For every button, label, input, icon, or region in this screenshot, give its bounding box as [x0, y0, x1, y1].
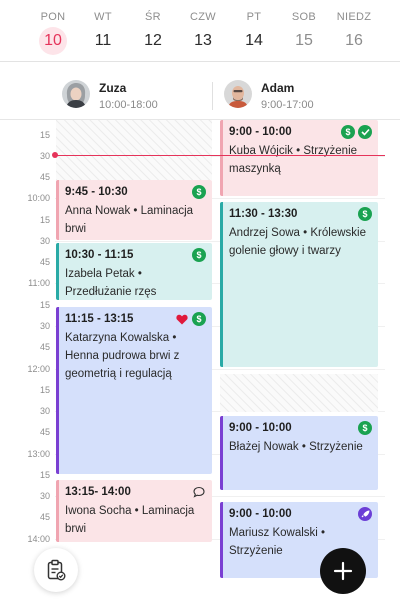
day-name: SOB: [291, 11, 317, 23]
current-time-line: [55, 155, 385, 156]
appointment-description: Andrzej Sowa • Królewskie golenie głowy …: [229, 227, 366, 257]
day-name: NIEDZ: [336, 11, 372, 23]
heart-icon: [175, 312, 189, 326]
dollar-icon: $: [192, 312, 206, 326]
appointment-time: 9:00 - 10:00: [229, 508, 292, 520]
dollar-icon: $: [358, 421, 372, 435]
time-label: 30: [39, 406, 50, 416]
time-label: 15: [39, 385, 50, 395]
clipboard-check-icon: [47, 559, 66, 581]
day-monday[interactable]: PON 10: [28, 0, 78, 62]
appointment-card[interactable]: 11:15 - 13:15 Katarzyna Kowalska • Henna…: [56, 307, 212, 474]
appointment-description: Błażej Nowak • Strzyżenie: [229, 441, 363, 453]
staff-hours: 10:00-18:00: [99, 99, 158, 111]
avatar[interactable]: [224, 80, 252, 108]
staff-header: Zuza 10:00-18:00 Adam 9:00-17:00: [0, 62, 400, 120]
time-label: 45: [39, 427, 50, 437]
check-icon: [358, 125, 372, 139]
time-label: 15: [39, 130, 50, 140]
time-label: 30: [39, 321, 50, 331]
day-number: 14: [245, 32, 263, 49]
appointment-description: Iwona Socha • Laminacja brwi: [65, 505, 195, 535]
time-label: 30: [39, 236, 50, 246]
appointment-time: 10:30 - 11:15: [65, 249, 134, 261]
calendar-app: PON 10 WT 11 ŚR 12 CZW 13 PT 14 SOB 15 N…: [0, 0, 400, 600]
current-time-dot: [52, 152, 58, 158]
appointment-description: Kuba Wójcik • Strzyżenie maszynką: [229, 145, 358, 175]
appointment-card[interactable]: 9:00 - 10:00 Kuba Wójcik • Strzyżenie ma…: [220, 120, 378, 196]
day-number: 12: [144, 32, 162, 49]
person-avatar-icon: [62, 80, 90, 108]
day-number: 16: [345, 32, 363, 49]
time-label: 12:00: [27, 364, 50, 374]
avatar[interactable]: [62, 80, 90, 108]
time-label: 15: [39, 300, 50, 310]
appointment-description: Katarzyna Kowalska • Henna pudrowa brwi …: [65, 332, 180, 380]
time-label: 11:00: [28, 278, 50, 288]
time-label: 15: [39, 470, 50, 480]
dollar-icon: $: [341, 125, 355, 139]
appointment-time: 9:00 - 10:00: [229, 422, 292, 434]
time-label: 14:00: [27, 534, 50, 544]
time-label: 15: [39, 215, 50, 225]
appointment-description: Anna Nowak • Laminacja brwi: [65, 205, 194, 235]
day-wednesday[interactable]: ŚR 12: [128, 0, 178, 62]
unavailable-slot: [220, 374, 378, 412]
day-saturday[interactable]: SOB 15: [279, 0, 329, 62]
appointment-card[interactable]: 13:15- 14:00 Iwona Socha • Laminacja brw…: [56, 480, 212, 542]
unavailable-slot: [56, 120, 212, 180]
time-label: 45: [39, 172, 50, 182]
appointment-time: 11:30 - 13:30: [229, 208, 298, 220]
day-name: WT: [94, 11, 112, 23]
week-strip: PON 10 WT 11 ŚR 12 CZW 13 PT 14 SOB 15 N…: [0, 0, 400, 62]
dollar-icon: $: [192, 248, 206, 262]
appointment-time: 13:15- 14:00: [65, 486, 131, 498]
staff-divider: [212, 82, 213, 110]
appointment-card[interactable]: 9:00 - 10:00 Błażej Nowak • Strzyżenie $: [220, 416, 378, 490]
time-label: 30: [39, 151, 50, 161]
day-tuesday[interactable]: WT 11: [78, 0, 128, 62]
day-name: PON: [40, 11, 66, 23]
day-sunday[interactable]: NIEDZ 16: [329, 0, 379, 62]
add-appointment-button[interactable]: [320, 548, 366, 594]
day-thursday[interactable]: CZW 13: [178, 0, 228, 62]
time-label: 10:00: [27, 193, 50, 203]
staff-hours: 9:00-17:00: [261, 99, 314, 111]
day-number: 11: [94, 32, 112, 49]
schedule-grid: 15 30 45 10:00 15 30 45 11:00 15 30 45 1…: [0, 120, 400, 600]
appointment-card[interactable]: 9:45 - 10:30 Anna Nowak • Laminacja brwi…: [56, 180, 212, 240]
day-number: 10: [39, 27, 67, 55]
time-label: 45: [39, 342, 50, 352]
day-number: 15: [295, 32, 313, 49]
appointment-card[interactable]: 10:30 - 11:15 Izabela Petak • Przedłużan…: [56, 243, 212, 300]
rocket-icon: [358, 507, 372, 521]
day-name: CZW: [190, 11, 216, 23]
comment-icon: [192, 485, 206, 499]
time-label: 30: [39, 491, 50, 501]
day-name: ŚR: [145, 11, 161, 23]
staff-name: Adam: [261, 81, 295, 95]
plus-icon: [333, 561, 353, 581]
appointment-card[interactable]: 11:30 - 13:30 Andrzej Sowa • Królewskie …: [220, 202, 378, 367]
time-label: 45: [39, 512, 50, 522]
time-label: 45: [39, 257, 50, 267]
staff-name: Zuza: [99, 81, 127, 95]
day-friday[interactable]: PT 14: [229, 0, 279, 62]
time-label: 13:00: [27, 449, 50, 459]
appointment-time: 9:45 - 10:30: [65, 186, 128, 198]
appointment-description: Izabela Petak • Przedłużanie rzęs: [65, 268, 157, 298]
checklist-button[interactable]: [34, 548, 78, 592]
dollar-icon: $: [358, 207, 372, 221]
day-number: 13: [194, 32, 212, 49]
person-avatar-icon: [224, 80, 252, 108]
dollar-icon: $: [192, 185, 206, 199]
day-name: PT: [246, 11, 262, 23]
